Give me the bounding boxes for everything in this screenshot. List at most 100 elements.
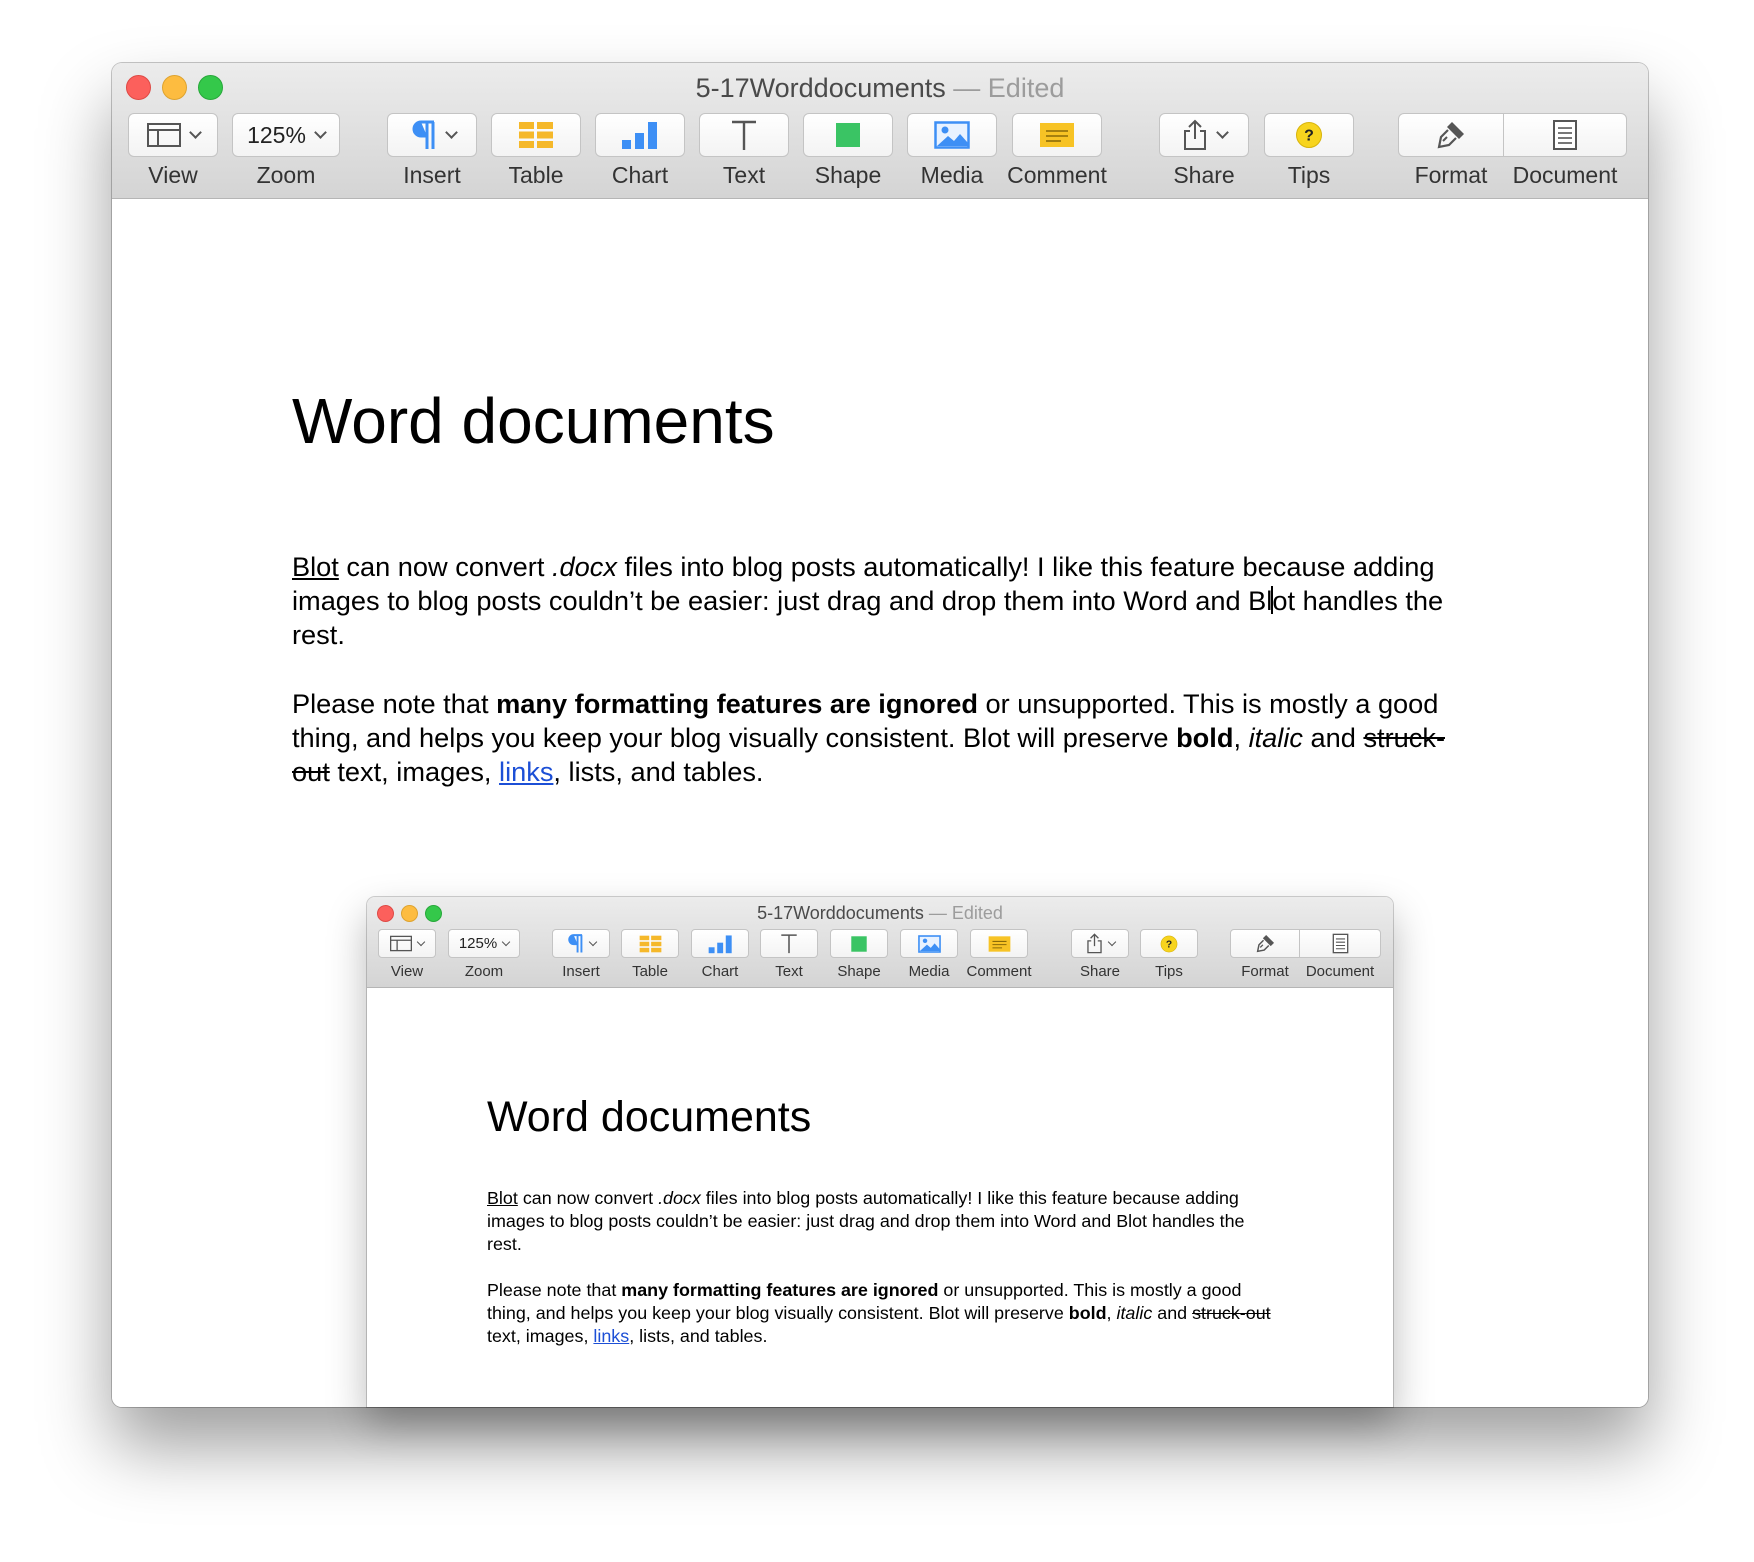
- toolbar: 5-17Worddocuments — Edited View 125% Zoo…: [112, 63, 1648, 199]
- insert-tool[interactable]: Insert: [387, 113, 477, 195]
- share-upload-icon: [1086, 933, 1102, 954]
- embedded-view-button: [378, 929, 436, 958]
- embedded-window-title: 5-17Worddocuments — Edited: [367, 903, 1393, 924]
- table-icon: [519, 122, 553, 148]
- text-run: and: [1302, 722, 1364, 753]
- share-label: Share: [1173, 162, 1235, 188]
- pilcrow-icon: [568, 934, 583, 953]
- paintbrush-icon: [1437, 122, 1464, 149]
- document-button[interactable]: [1503, 113, 1627, 157]
- links-hyperlink[interactable]: links: [499, 756, 553, 787]
- text-run: ,: [1106, 1303, 1117, 1323]
- view-button[interactable]: [128, 113, 218, 157]
- chevron-down-icon: [444, 126, 458, 139]
- share-label: Share: [1079, 963, 1121, 980]
- comment-tool[interactable]: Comment: [1007, 113, 1107, 195]
- media-label: Media: [920, 162, 984, 188]
- struck-out-text: struck-out: [1192, 1303, 1271, 1323]
- comment-note-icon: [988, 935, 1010, 952]
- text-run: can now convert: [338, 551, 552, 582]
- shape-tool[interactable]: Shape: [803, 113, 893, 195]
- chart-label: Chart: [611, 162, 669, 188]
- document-name: 5-17Worddocuments: [695, 73, 946, 103]
- embedded-toolbar: 5-17Worddocuments — Edited View 125% Zoo…: [367, 897, 1393, 988]
- paragraph-formatting-note[interactable]: Please note that many formatting feature…: [292, 687, 1482, 789]
- chart-tool[interactable]: Chart: [595, 113, 685, 195]
- text-run: text, images,: [329, 756, 500, 787]
- embedded-screenshot-window[interactable]: 5-17Worddocuments — Edited View 125% Zoo…: [367, 897, 1393, 1407]
- chart-button[interactable]: [595, 113, 685, 157]
- view-label: View: [390, 963, 424, 980]
- table-label: Table: [508, 162, 564, 188]
- tips-button[interactable]: ?: [1264, 113, 1354, 157]
- bold-word: bold: [1068, 1303, 1107, 1323]
- format-label: Format: [1241, 963, 1289, 980]
- insert-button[interactable]: [387, 113, 477, 157]
- embedded-format-tool: Format: [1230, 929, 1300, 985]
- share-button[interactable]: [1159, 113, 1249, 157]
- embedded-tips-tool: ? Tips: [1140, 929, 1198, 985]
- format-button[interactable]: [1398, 113, 1504, 157]
- shape-button[interactable]: [803, 113, 893, 157]
- document-label: Document: [1305, 963, 1375, 980]
- bold-text: many formatting features are ignored: [621, 1280, 939, 1300]
- paragraph-formatting-note: Please note that many formatting feature…: [487, 1279, 1277, 1348]
- svg-text:?: ?: [1304, 128, 1314, 145]
- text-tool[interactable]: Text: [699, 113, 789, 195]
- zoom-label: Zoom: [464, 963, 504, 980]
- table-button[interactable]: [491, 113, 581, 157]
- paintbrush-icon: [1256, 934, 1274, 953]
- embedded-insert-button: [552, 929, 610, 958]
- format-tool[interactable]: Format: [1398, 113, 1504, 195]
- share-tool[interactable]: Share: [1159, 113, 1249, 195]
- table-tool[interactable]: Table: [491, 113, 581, 195]
- embedded-media-button: [900, 929, 958, 958]
- document-heading[interactable]: Word documents: [292, 384, 775, 458]
- chevron-down-icon: [416, 937, 426, 947]
- insert-label: Insert: [403, 162, 461, 188]
- view-tool[interactable]: View: [128, 113, 218, 195]
- table-label: Table: [632, 963, 668, 980]
- embedded-view-tool: View: [378, 929, 436, 985]
- media-tool[interactable]: Media: [907, 113, 997, 195]
- text-label: Text: [722, 162, 766, 188]
- embedded-insert-tool: Insert: [552, 929, 610, 985]
- text-button[interactable]: [699, 113, 789, 157]
- window-title: 5-17Worddocuments — Edited: [112, 73, 1648, 104]
- title-separator: —: [928, 903, 947, 923]
- embedded-document-tool: Document: [1299, 929, 1381, 985]
- document-page-icon: [1332, 933, 1348, 954]
- comment-button[interactable]: [1012, 113, 1102, 157]
- tips-tool[interactable]: ? Tips: [1264, 113, 1354, 195]
- view-label: View: [148, 162, 198, 188]
- document-tool[interactable]: Document: [1503, 113, 1627, 195]
- zoom-tool[interactable]: 125% Zoom: [232, 113, 340, 195]
- chevron-down-icon: [1107, 937, 1116, 947]
- image-icon: [934, 121, 970, 149]
- zoom-value: 125%: [247, 121, 306, 148]
- embedded-document-button: [1299, 929, 1381, 958]
- embedded-chart-button: [691, 929, 749, 958]
- text-run: and: [1152, 1303, 1193, 1323]
- shape-label: Shape: [814, 162, 882, 188]
- question-tips-icon: ?: [1296, 122, 1322, 148]
- pilcrow-icon: [412, 120, 434, 149]
- chart-label: Chart: [701, 963, 739, 980]
- embedded-share-tool: Share: [1071, 929, 1129, 985]
- share-upload-icon: [1183, 119, 1206, 150]
- blot-underlined-word: Blot: [487, 1188, 518, 1208]
- image-icon: [917, 934, 941, 953]
- links-hyperlink: links: [593, 1326, 630, 1346]
- text-run: text, images,: [487, 1326, 594, 1346]
- embedded-comment-button: [970, 929, 1028, 958]
- embedded-text-tool: Text: [760, 929, 818, 985]
- view-layout-icon: [146, 123, 181, 147]
- text-run: Please note that: [292, 688, 497, 719]
- media-button[interactable]: [907, 113, 997, 157]
- zoom-select[interactable]: 125%: [232, 113, 340, 157]
- paragraph-intro[interactable]: Blot can now convert .docx files into bl…: [292, 550, 1482, 652]
- tips-label: Tips: [1287, 162, 1331, 188]
- text-run: , lists, and tables.: [553, 756, 764, 787]
- chevron-down-icon: [1215, 126, 1229, 139]
- italic-word: italic: [1116, 1303, 1153, 1323]
